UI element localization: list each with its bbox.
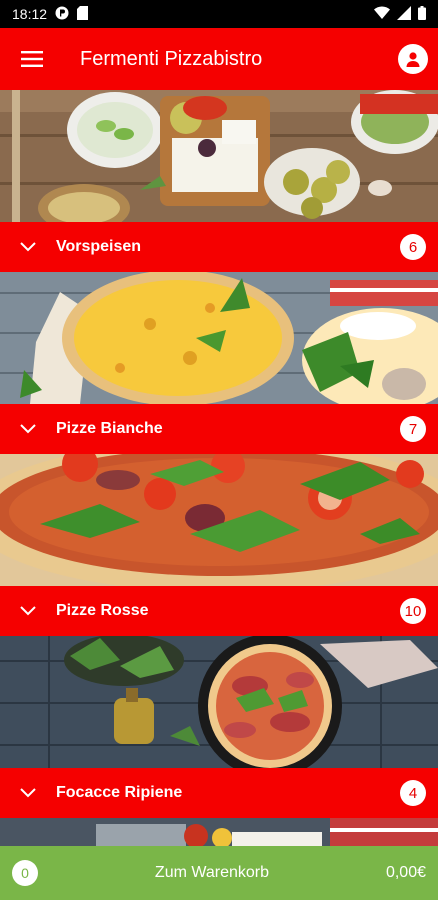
cart-button-label[interactable]: Zum Warenkorb (38, 864, 386, 882)
category-bar[interactable]: Vorspeisen 6 (0, 222, 438, 272)
app-title: Fermenti Pizzabistro (80, 47, 263, 70)
category-vorspeisen[interactable]: Vorspeisen 6 (0, 90, 438, 272)
app-bar: Fermenti Pizzabistro (0, 28, 438, 90)
cart-count-badge: 0 (12, 860, 38, 886)
chevron-down-icon (0, 606, 56, 616)
category-focacce-ripiene[interactable]: Focacce Ripiene 4 (0, 636, 438, 818)
hamburger-menu-icon (21, 51, 43, 67)
category-pizze-bianche[interactable]: Pizze Bianche 7 (0, 272, 438, 454)
chevron-down-icon (0, 242, 56, 252)
user-icon (406, 52, 420, 67)
cart-bar[interactable]: 0 Zum Warenkorb 0,00€ (0, 846, 438, 900)
account-button[interactable] (398, 44, 428, 74)
category-name: Focacce Ripiene (56, 784, 183, 801)
chevron-down-icon (0, 788, 56, 798)
chevron-down-icon (0, 424, 56, 434)
category-name: Pizze Bianche (56, 420, 163, 437)
category-photo-partial (0, 818, 438, 846)
category-pizze-rosse[interactable]: Pizze Rosse 10 (0, 454, 438, 636)
category-count-badge: 4 (400, 780, 426, 806)
category-name: Vorspeisen (56, 238, 142, 255)
battery-icon (418, 5, 426, 23)
app-notification-icon (55, 6, 69, 23)
category-count-badge: 6 (400, 234, 426, 260)
category-count-badge: 7 (400, 416, 426, 442)
status-bar: 18:12 (0, 0, 438, 28)
category-list: Vorspeisen 6 Pizze Bianche 7 Pizze Rosse… (0, 90, 438, 818)
category-photo-vorspeisen (0, 90, 438, 222)
category-photo-pizze-rosse (0, 454, 438, 586)
cart-total: 0,00€ (385, 864, 426, 881)
menu-button[interactable] (0, 28, 64, 90)
category-photo-pizze-bianche (0, 272, 438, 404)
category-bar[interactable]: Pizze Bianche 7 (0, 404, 438, 454)
category-bar[interactable]: Focacce Ripiene 4 (0, 768, 438, 818)
status-time: 18:12 (12, 6, 48, 22)
category-photo-focacce-ripiene (0, 636, 438, 768)
category-bar[interactable]: Pizze Rosse 10 (0, 586, 438, 636)
signal-icon (397, 5, 411, 23)
category-count-badge: 10 (400, 598, 426, 624)
category-name: Pizze Rosse (56, 602, 149, 619)
sd-card-icon (77, 5, 89, 23)
wifi-icon (374, 6, 390, 22)
